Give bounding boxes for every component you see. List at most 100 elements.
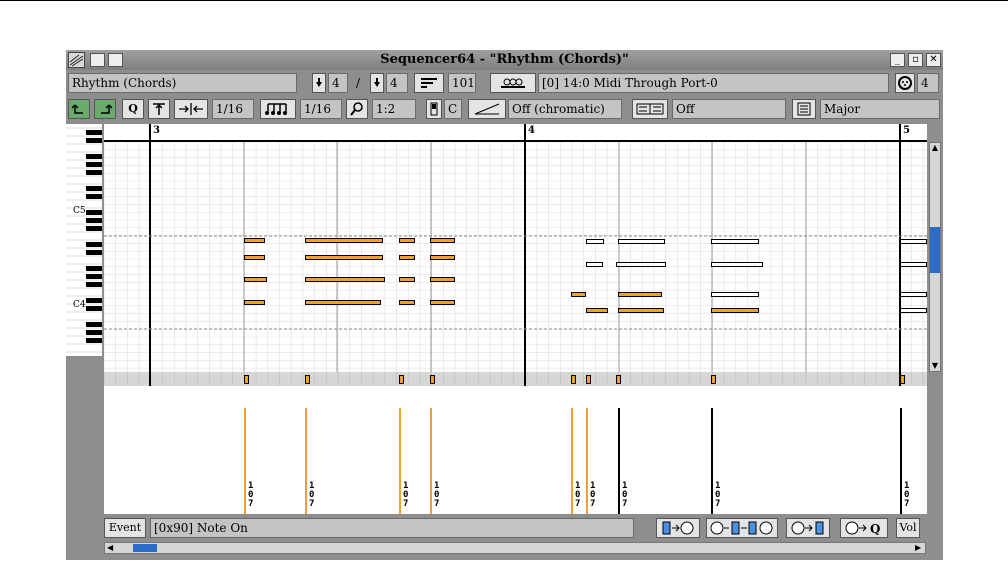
quantize-icon[interactable]: Q: [122, 99, 144, 119]
note-event[interactable]: [430, 277, 455, 282]
event-marker[interactable]: [900, 375, 905, 384]
note-event[interactable]: [305, 238, 383, 243]
note-event[interactable]: [399, 238, 415, 243]
redo-icon[interactable]: [94, 99, 116, 119]
measure-ruler[interactable]: 3 4 5: [104, 124, 927, 142]
scroll-down-icon[interactable]: ▼: [930, 361, 940, 371]
note-event[interactable]: [571, 292, 586, 297]
velocity-bar[interactable]: [571, 408, 573, 514]
key-field[interactable]: C: [444, 99, 462, 119]
minimize-icon[interactable]: _: [890, 53, 905, 67]
beats-per-bar-field[interactable]: 4: [328, 73, 348, 93]
velocity-bar[interactable]: [711, 408, 713, 514]
expand-icon[interactable]: [174, 99, 208, 119]
note-event[interactable]: [399, 300, 415, 305]
note-event[interactable]: [244, 255, 265, 260]
background-sequence-icon[interactable]: [632, 99, 668, 119]
zoom-field[interactable]: 1:2: [372, 99, 416, 119]
background-sequence-field[interactable]: Off: [672, 99, 786, 119]
beat-width-field[interactable]: 4: [386, 73, 408, 93]
horizontal-scrollbar[interactable]: ◀ ▶: [104, 542, 926, 554]
velocity-data-pane[interactable]: 107 107 107 107 107 107 107 107 107: [104, 386, 927, 514]
pattern-name-field[interactable]: Rhythm (Chords): [68, 73, 297, 93]
note-event[interactable]: [900, 262, 927, 267]
note-event[interactable]: [618, 308, 664, 313]
note-event[interactable]: [586, 308, 608, 313]
note-length-field[interactable]: 1/16: [300, 99, 342, 119]
midi-thru-icon[interactable]: [706, 518, 778, 538]
note-event[interactable]: [586, 239, 604, 244]
record-to-midi-icon[interactable]: [656, 518, 700, 538]
note-event[interactable]: [711, 308, 759, 313]
note-event[interactable]: [900, 308, 927, 313]
note-event[interactable]: [244, 277, 267, 282]
piano-keyboard[interactable]: C5 C4: [66, 124, 102, 356]
note-event[interactable]: [618, 292, 662, 297]
event-marker[interactable]: [244, 375, 249, 384]
note-event[interactable]: [244, 300, 265, 305]
midi-channel-field[interactable]: 4: [917, 73, 939, 93]
note-event[interactable]: [711, 292, 759, 297]
midi-bus-icon[interactable]: [490, 73, 536, 93]
note-event[interactable]: [399, 277, 415, 282]
vol-button[interactable]: Vol: [896, 518, 920, 538]
note-event[interactable]: [900, 239, 927, 244]
midi-bus-field[interactable]: [0] 14:0 Midi Through Port-0: [538, 73, 889, 93]
beat-width-dropdown-icon[interactable]: [370, 73, 384, 93]
measures-field[interactable]: 101: [448, 73, 476, 93]
scale-field[interactable]: Off (chromatic): [508, 99, 622, 119]
beats-per-bar-dropdown-icon[interactable]: [312, 73, 326, 93]
note-event[interactable]: [711, 239, 759, 244]
note-event[interactable]: [711, 262, 763, 267]
scroll-right-icon[interactable]: ▶: [915, 543, 925, 553]
close-icon[interactable]: ✕: [926, 53, 941, 67]
event-marker[interactable]: [305, 375, 310, 384]
note-event[interactable]: [305, 300, 381, 305]
midi-to-quantize-icon[interactable]: Q: [840, 518, 888, 538]
note-length-icon[interactable]: [260, 99, 296, 119]
undo-icon[interactable]: [68, 99, 90, 119]
event-marker[interactable]: [616, 375, 621, 384]
midi-to-record-icon[interactable]: [786, 518, 830, 538]
note-event[interactable]: [586, 262, 603, 267]
velocity-bar[interactable]: [900, 408, 902, 514]
snap-field[interactable]: 1/16: [212, 99, 254, 119]
piano-keys[interactable]: [66, 124, 102, 356]
note-event[interactable]: [305, 255, 383, 260]
velocity-bar[interactable]: [399, 408, 401, 514]
velocity-bar[interactable]: [618, 408, 620, 514]
scroll-left-icon[interactable]: ◀: [107, 543, 117, 553]
note-event[interactable]: [616, 262, 666, 267]
scroll-up-icon[interactable]: ▲: [930, 143, 940, 153]
chord-field[interactable]: Major: [820, 99, 940, 119]
event-marker[interactable]: [586, 375, 591, 384]
velocity-bar[interactable]: [430, 408, 432, 514]
tighten-icon[interactable]: [148, 99, 170, 119]
note-event[interactable]: [430, 300, 455, 305]
note-event[interactable]: [244, 238, 265, 243]
velocity-bar[interactable]: [305, 408, 307, 514]
note-event[interactable]: [900, 292, 927, 297]
note-event[interactable]: [399, 255, 415, 260]
vertical-scroll-thumb[interactable]: [930, 227, 940, 273]
key-icon[interactable]: [426, 99, 442, 119]
note-event[interactable]: [305, 277, 385, 282]
measures-icon[interactable]: [414, 73, 444, 93]
horizontal-scroll-thumb[interactable]: [133, 544, 157, 552]
zoom-icon[interactable]: [346, 99, 368, 119]
event-button[interactable]: Event: [104, 518, 146, 538]
chord-icon[interactable]: [792, 99, 816, 119]
event-marker[interactable]: [430, 375, 435, 384]
midi-channel-icon[interactable]: [895, 73, 915, 93]
note-event[interactable]: [430, 255, 455, 260]
velocity-bar[interactable]: [586, 408, 588, 514]
velocity-bar[interactable]: [244, 408, 246, 514]
note-event[interactable]: [618, 239, 665, 244]
event-marker[interactable]: [571, 375, 576, 384]
scale-icon[interactable]: [468, 99, 506, 119]
restore-icon[interactable]: ▫: [908, 53, 923, 67]
event-type-field[interactable]: [0x90] Note On: [150, 518, 634, 538]
piano-roll-grid[interactable]: [104, 142, 927, 372]
event-marker[interactable]: [711, 375, 716, 384]
event-marker[interactable]: [399, 375, 404, 384]
